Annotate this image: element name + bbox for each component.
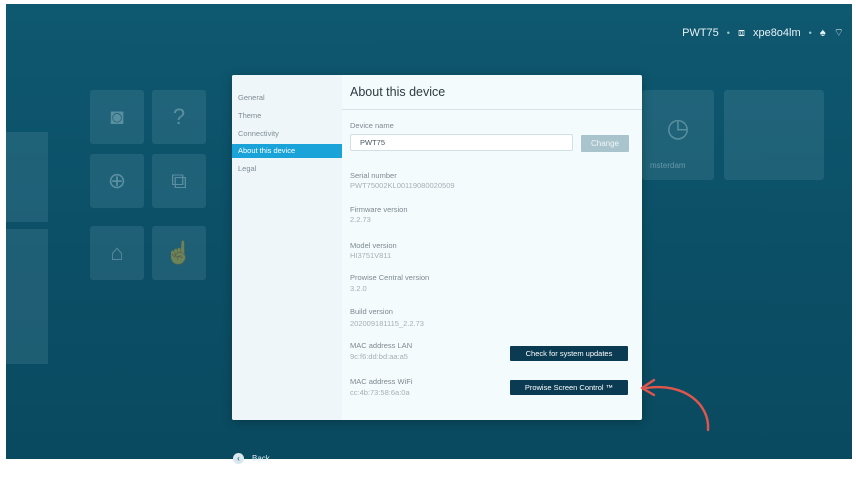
bell-icon[interactable]: ♠	[820, 27, 826, 39]
mac-lan-value: 9c:f6:dd:bd:aa:a5	[350, 352, 408, 361]
tile-touch: ☝	[152, 226, 206, 280]
tile-widget	[724, 90, 824, 180]
clock-icon: ◷	[666, 112, 690, 143]
tile-camera: ◙	[90, 90, 144, 144]
serial-number-label: Serial number	[350, 171, 397, 180]
separator-dot: •	[726, 28, 730, 38]
screen-share-icon: ⧉	[171, 168, 187, 193]
nav-item-about[interactable]: About this device	[232, 144, 342, 158]
device-name-input[interactable]: PWT75	[350, 134, 573, 151]
model-version-label: Model version	[350, 241, 397, 250]
nav-item-general[interactable]: General	[232, 91, 342, 105]
about-content: About this device Device name PWT75 Chan…	[342, 75, 642, 420]
device-name-label: PWT75	[682, 27, 719, 39]
screen-cast-icon[interactable]: ⧈	[738, 27, 745, 40]
chevron-left-icon: ‹	[233, 453, 244, 464]
nav-item-connectivity[interactable]: Connectivity	[232, 127, 342, 141]
side-panel-tab	[6, 229, 48, 364]
status-bar: PWT75 • ⧈ xpe8o4lm • ♠ ⌔	[682, 26, 844, 40]
change-button[interactable]: Change	[581, 135, 629, 152]
settings-nav: General Theme Connectivity About this de…	[232, 75, 342, 420]
tile-education: ⌂	[90, 226, 144, 280]
page-title: About this device	[350, 85, 446, 99]
back-button[interactable]: ‹ Back	[233, 453, 270, 464]
build-version-value: 202009181115_2.2.73	[350, 319, 424, 328]
firmware-version-value: 2.2.73	[350, 215, 371, 224]
nav-item-legal[interactable]: Legal	[232, 162, 342, 176]
build-version-label: Build version	[350, 307, 393, 316]
check-updates-button[interactable]: Check for system updates	[510, 346, 628, 361]
separator-dot: •	[808, 28, 812, 38]
model-version-value: HI3751V811	[350, 251, 392, 260]
mac-wifi-value: cc:4b:73:58:6a:0a	[350, 388, 410, 397]
side-panel-tab	[6, 132, 48, 222]
tile-help: ?	[152, 90, 206, 144]
wifi-icon[interactable]: ⌔	[834, 26, 844, 40]
camera-icon: ◙	[110, 104, 124, 129]
mac-wifi-label: MAC address WiFi	[350, 377, 413, 386]
back-label: Back	[252, 454, 270, 463]
tile-clock: ◷ msterdam	[642, 90, 714, 180]
settings-dialog: General Theme Connectivity About this de…	[232, 75, 642, 420]
tile-browser: ⊕	[90, 154, 144, 208]
education-icon: ⌂	[110, 240, 124, 265]
clock-tile-label: msterdam	[650, 161, 686, 170]
firmware-version-label: Firmware version	[350, 205, 408, 214]
screen-control-button[interactable]: Prowise Screen Control ™	[510, 380, 628, 395]
central-version-value: 3.2.0	[350, 284, 367, 293]
device-name-label: Device name	[350, 121, 394, 130]
network-name-label: xpe8o4lm	[752, 27, 801, 39]
title-divider	[342, 109, 642, 110]
globe-icon: ⊕	[107, 168, 127, 193]
tile-screen-share: ⧉	[152, 154, 206, 208]
touch-icon: ☝	[165, 240, 193, 265]
central-version-label: Prowise Central version	[350, 273, 430, 282]
annotation-arrow	[640, 378, 710, 432]
question-icon: ?	[172, 104, 186, 129]
serial-number-value: PWT75002KL00119080020509	[350, 181, 455, 190]
nav-item-theme[interactable]: Theme	[232, 109, 342, 123]
mac-lan-label: MAC address LAN	[350, 341, 413, 350]
